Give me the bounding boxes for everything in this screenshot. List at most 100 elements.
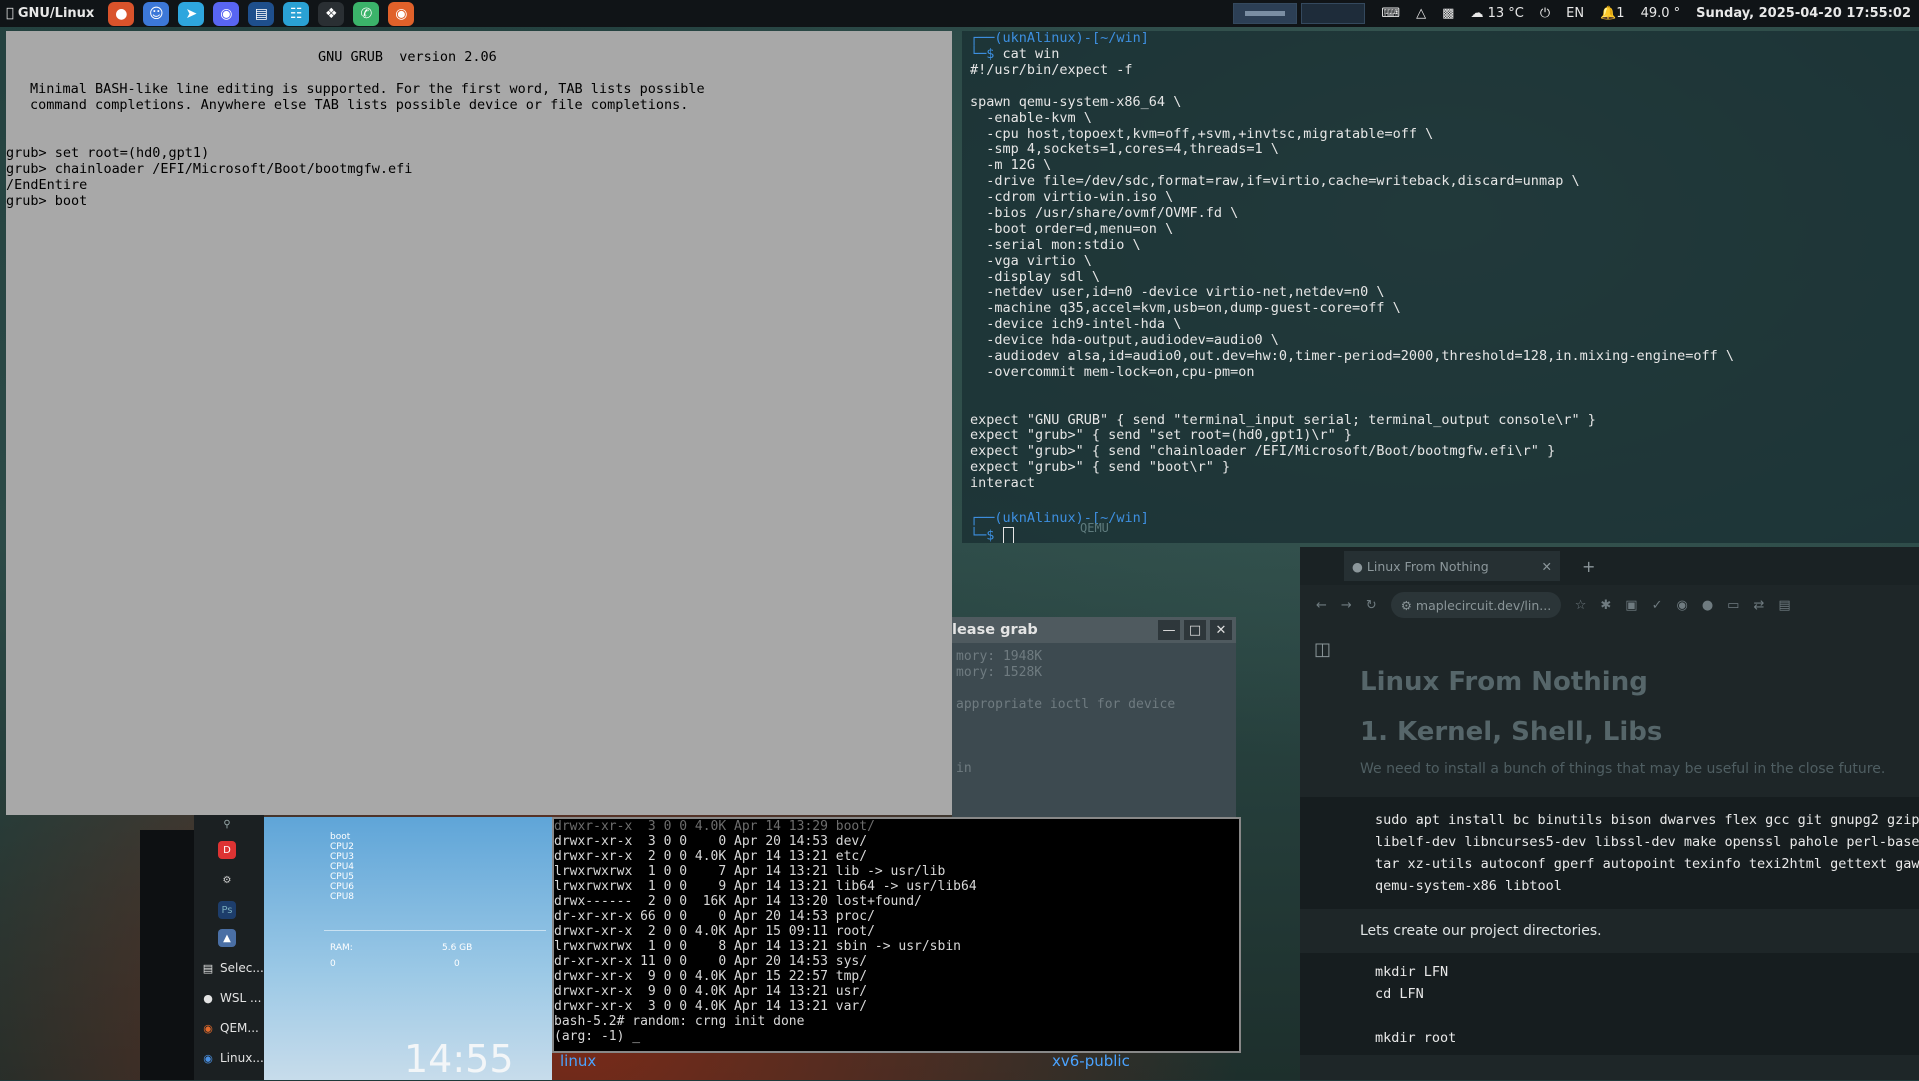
- system-monitor-widget: boot CPU2 CPU3 CPU4 CPU5 CPU6 CPU8 RAM: …: [264, 817, 552, 1081]
- chat-icon[interactable]: ✆: [353, 1, 380, 26]
- console-line: drwxr-xr-x 3 0 0 4.0K Apr 14 13:29 boot/: [554, 819, 875, 834]
- terminal-window[interactable]: ┌──(uknAlinux)-[~/win] └─$ cat win #!/us…: [962, 31, 1919, 543]
- console-line: lrwxrwxrwx 1 0 0 9 Apr 14 13:21 lib64 ->…: [554, 879, 977, 894]
- discord-icon[interactable]: ◉: [213, 1, 240, 26]
- apple-icon: : [6, 6, 14, 21]
- browser-icon[interactable]: ●: [108, 1, 135, 26]
- extension-icon[interactable]: ▭: [1727, 598, 1739, 613]
- dirs-text: Lets create our project directories.: [1360, 923, 1602, 939]
- script-line: -display sdl \: [970, 268, 1101, 285]
- taskbar-label: WSL ...: [220, 991, 262, 1005]
- photoshop-icon[interactable]: Ps: [218, 901, 236, 919]
- console-line: drwxr-xr-x 9 0 0 4.0K Apr 14 13:21 usr/: [554, 984, 868, 999]
- new-tab-icon[interactable]: +: [1582, 557, 1595, 576]
- finder-icon[interactable]: ☺: [143, 1, 170, 26]
- display-icon[interactable]: ▩: [1442, 6, 1454, 21]
- script-line: [970, 397, 1734, 413]
- window-controls: — □ ✕: [1158, 620, 1232, 640]
- prompt-dir: [~/win]: [1091, 31, 1149, 46]
- linux-console-window[interactable]: drwxr-xr-x 3 0 0 4.0K Apr 14 13:29 boot/…: [552, 817, 1241, 1053]
- cpu-temp: 49.0 °: [1640, 6, 1681, 21]
- script-line: [970, 381, 1734, 397]
- workspace-2[interactable]: [1301, 3, 1366, 24]
- script-line: -serial mon:stdio \: [970, 236, 1141, 253]
- photos-icon[interactable]: ▲: [218, 929, 236, 947]
- keyboard-icon[interactable]: ⌨: [1381, 6, 1400, 21]
- cpu-label: boot: [330, 832, 351, 842]
- qemu-grab-window[interactable]: lease grab — □ ✕ mory: 1948K mory: 1528K a…: [952, 617, 1236, 834]
- qemu-output-line: [956, 713, 1236, 729]
- qemu-output-line: appropriate ioctl for device: [956, 697, 1176, 712]
- qemu-output-line: in: [956, 761, 972, 776]
- drive-icon[interactable]: △: [1416, 6, 1426, 21]
- dock: ⚲ D ⚙ Ps ▲ ▤ Selec... ● WSL ... ◉ QEM... ◉ L…: [194, 815, 264, 1080]
- qemu-output-line: mory: 1948K: [956, 649, 1043, 664]
- grub-line: grub> boot: [6, 193, 88, 209]
- dev-icon[interactable]: D: [218, 841, 236, 859]
- extension-icon[interactable]: ▤: [1778, 598, 1790, 613]
- weather[interactable]: ☁ 13 °C: [1470, 6, 1523, 21]
- script-line: -device ich9-intel-hda \: [970, 316, 1182, 333]
- network-icon[interactable]: ❖: [318, 1, 345, 26]
- extension-icon[interactable]: ✓: [1652, 598, 1663, 613]
- prompt-line: ┌──(uknAlinux)-[~/win]: [970, 31, 1149, 46]
- close-button[interactable]: ✕: [1210, 620, 1232, 640]
- console-line: bash-5.2# random: crng init done: [554, 1014, 805, 1029]
- extension-icon[interactable]: ✱: [1600, 598, 1611, 613]
- bookmark-icon[interactable]: ☆: [1575, 598, 1587, 613]
- notifications[interactable]: 🔔1: [1600, 6, 1624, 21]
- firefox-icon[interactable]: ◉: [388, 1, 415, 26]
- console-line: drwxr-xr-x 3 0 0 0 Apr 20 14:53 dev/: [554, 834, 868, 849]
- taskbar-item-select[interactable]: ▤ Selec...: [200, 957, 264, 979]
- extension-icon[interactable]: ◉: [1676, 598, 1687, 613]
- qemu-output: mory: 1948K mory: 1528K appropriate ioctl …: [952, 643, 1236, 777]
- ram-value: 5.6 GB: [442, 943, 473, 953]
- page-title: Linux From Nothing: [1360, 667, 1648, 697]
- browser-window[interactable]: ● Linux From Nothing ✕ + ← → ↻ ⚙ mapleci…: [1300, 547, 1919, 1080]
- tab-linux-from-nothing[interactable]: ● Linux From Nothing ✕: [1344, 551, 1560, 581]
- clock[interactable]: Sunday, 2025-04-20 17:55:02: [1696, 6, 1911, 21]
- cpu-label: CPU3: [330, 852, 355, 862]
- extension-icon[interactable]: ▣: [1625, 598, 1637, 613]
- console-line: drwxr-xr-x 2 0 0 4.0K Apr 15 09:11 root/: [554, 924, 875, 939]
- window-title: lease grab: [952, 622, 1038, 638]
- qemu-output-line: mory: 1528K: [956, 665, 1043, 680]
- telegram-icon[interactable]: ➤: [178, 1, 205, 26]
- minimize-button[interactable]: —: [1158, 620, 1180, 640]
- grub-console-window[interactable]: GNU GRUB version 2.06 Minimal BASH-like …: [6, 31, 952, 815]
- close-tab-icon[interactable]: ✕: [1542, 559, 1552, 574]
- app-icon[interactable]: ☷: [283, 1, 310, 26]
- install-code-block[interactable]: sudo apt install bc binutils bison dwarv…: [1300, 797, 1919, 909]
- dirs-code-block[interactable]: mkdir LFN cd LFN mkdir root: [1300, 953, 1919, 1055]
- taskbar-label: Selec...: [220, 961, 264, 975]
- console-line: drwxr-xr-x 3 0 0 4.0K Apr 14 13:21 var/: [554, 999, 868, 1014]
- editor-icon[interactable]: ▤: [248, 1, 275, 26]
- console-line: lrwxrwxrwx 1 0 0 7 Apr 14 13:21 lib -> u…: [554, 864, 946, 879]
- browser-toolbar: ← → ↻ ⚙ maplecircuit.dev/lin... ☆ ✱ ▣ ✓ …: [1300, 585, 1919, 625]
- maximize-button[interactable]: □: [1184, 620, 1206, 640]
- power-icon[interactable]: ⏻: [1540, 6, 1550, 21]
- notification-count: 1: [1616, 6, 1625, 21]
- language-indicator[interactable]: EN: [1566, 6, 1584, 21]
- taskbar-item-qemu[interactable]: ◉ QEM...: [200, 1017, 264, 1039]
- script-line: interact: [970, 475, 1036, 492]
- sidebar-toggle-icon[interactable]: ◫: [1314, 639, 1331, 660]
- workspace-1[interactable]: [1233, 3, 1298, 24]
- search-icon[interactable]: ⚲: [218, 815, 236, 833]
- tux-icon: ●: [203, 991, 213, 1005]
- taskbar-item-wsl[interactable]: ● WSL ...: [200, 987, 264, 1009]
- command-line[interactable]: └─$: [970, 527, 1014, 543]
- address-bar[interactable]: ⚙ maplecircuit.dev/lin...: [1390, 592, 1561, 618]
- folder-label-linux[interactable]: linux: [560, 1052, 596, 1070]
- script-line: -smp 4,sockets=1,cores=4,threads=1 \: [970, 141, 1279, 158]
- extension-icon[interactable]: ⇄: [1753, 598, 1764, 613]
- reload-icon[interactable]: ↻: [1366, 598, 1377, 613]
- settings-icon[interactable]: ⚙: [218, 871, 236, 889]
- os-menu[interactable]:  GNU/Linux: [0, 6, 94, 21]
- back-icon[interactable]: ←: [1316, 598, 1327, 613]
- taskbar-item-linux[interactable]: ◉ Linux...: [200, 1047, 264, 1069]
- folder-label-xv6[interactable]: xv6-public: [1052, 1052, 1130, 1070]
- forward-icon[interactable]: →: [1341, 598, 1352, 613]
- extension-icon[interactable]: ●: [1702, 598, 1713, 613]
- workspace-switcher[interactable]: [1233, 3, 1366, 24]
